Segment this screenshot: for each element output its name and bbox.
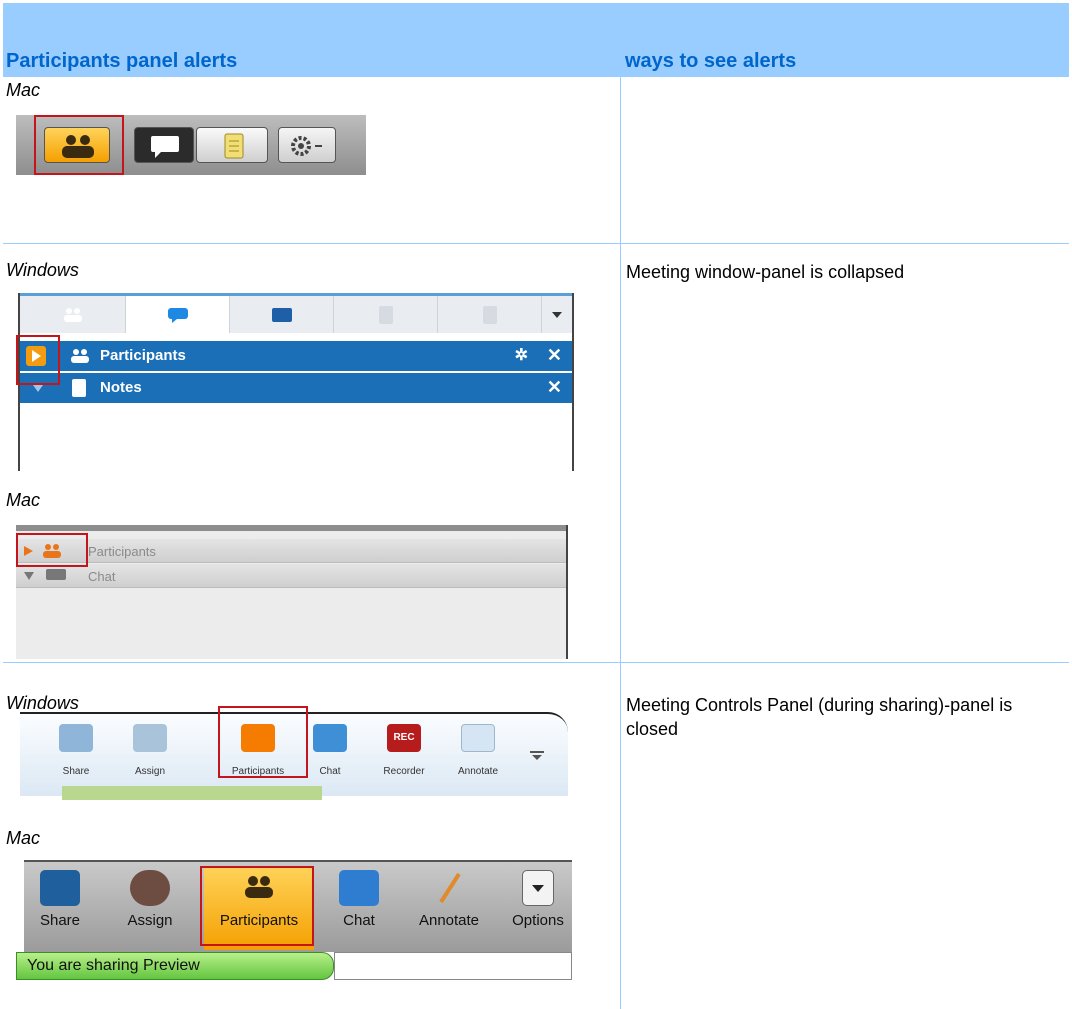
assign-icon <box>133 724 167 752</box>
mac-controls-screenshot: Share Assign Participants Chat Annotate <box>16 860 572 984</box>
notes-button[interactable] <box>196 127 268 163</box>
chat-bubble-icon <box>167 307 188 323</box>
chat-bubble-icon <box>339 870 379 906</box>
participants-panel-header[interactable]: Participants ✲ ✕ <box>20 341 572 371</box>
tab-more[interactable] <box>438 296 542 333</box>
assign-button[interactable]: Assign <box>120 866 180 929</box>
share-button[interactable]: Share <box>32 866 88 929</box>
recorder-icon <box>271 307 292 322</box>
tab-notes[interactable] <box>334 296 438 333</box>
chat-button[interactable] <box>134 127 194 163</box>
pencil-icon <box>461 724 495 752</box>
chat-label: Chat <box>343 912 375 929</box>
chat-bubble-icon <box>46 569 66 580</box>
alert-highlight-box <box>218 706 308 778</box>
assign-button[interactable]: Assign <box>118 724 182 777</box>
row-description: Meeting window-panel is collapsed <box>626 262 905 282</box>
notes-icon <box>378 305 393 324</box>
tabs-dropdown[interactable] <box>542 296 572 333</box>
sharing-status-strip <box>62 786 322 800</box>
notes-icon <box>72 379 86 397</box>
share-label: Share <box>62 766 90 777</box>
mac-panel-screenshot: Participants Chat <box>16 525 568 659</box>
platform-label-windows: Windows <box>6 260 79 280</box>
pencil-icon <box>429 870 469 906</box>
info-icon <box>482 305 497 324</box>
column-divider <box>620 77 621 1009</box>
recorder-label: Recorder <box>383 766 425 777</box>
more-options-icon[interactable] <box>530 744 544 767</box>
annotate-button[interactable]: Annotate <box>446 724 510 777</box>
sharing-status-bar: You are sharing Preview <box>16 952 334 980</box>
notes-icon <box>224 133 244 159</box>
platform-label-mac: Mac <box>6 80 41 100</box>
chat-label: Chat <box>319 766 341 777</box>
panel-top-border <box>16 525 566 531</box>
windows-controls-screenshot: Share Assign Participants Chat REC Recor… <box>16 702 570 806</box>
windows-panel-screenshot: Participants ✲ ✕ Notes ✕ <box>16 293 574 471</box>
mac-toolbar-screenshot <box>16 115 366 175</box>
header-participants-panel-alerts: Participants panel alerts <box>6 50 238 72</box>
alert-highlight-box <box>34 115 124 175</box>
share-icon <box>59 724 93 752</box>
chevron-down-icon <box>552 311 562 318</box>
close-icon[interactable]: ✕ <box>547 377 562 398</box>
options-button[interactable] <box>278 127 336 163</box>
notes-panel-title: Notes <box>100 379 142 396</box>
chat-panel-title: Chat <box>88 569 116 584</box>
chat-bubble-icon <box>313 724 347 752</box>
alert-highlight-box <box>200 866 314 946</box>
collapse-arrow-icon[interactable] <box>24 572 34 580</box>
rec-icon: REC <box>387 724 421 752</box>
options-label: Options <box>512 912 564 929</box>
annotate-label: Annotate <box>457 766 499 777</box>
monitor-icon <box>40 870 80 906</box>
participants-panel-title: Participants <box>88 544 156 559</box>
annotate-button[interactable]: Annotate <box>404 866 494 929</box>
platform-label-mac: Mac <box>6 490 41 510</box>
options-button[interactable]: Options <box>508 866 568 929</box>
tab-chat[interactable] <box>126 296 230 333</box>
chevron-down-icon <box>522 870 554 906</box>
annotate-label: Annotate <box>418 912 480 929</box>
chat-panel-header[interactable]: Chat <box>16 564 566 588</box>
row-description: Meeting Controls Panel (during sharing)-… <box>626 695 1013 739</box>
alert-highlight-box <box>16 335 60 385</box>
close-icon[interactable]: ✕ <box>547 345 562 366</box>
collapse-arrow-icon[interactable] <box>32 384 44 394</box>
participants-panel-title: Participants <box>100 347 186 364</box>
share-label: Share <box>39 912 81 929</box>
platform-label-mac: Mac <box>6 828 41 848</box>
gear-icon[interactable]: ✲ <box>515 345 528 365</box>
share-button[interactable]: Share <box>44 724 108 777</box>
tab-recorder[interactable] <box>230 296 334 333</box>
tab-participants[interactable] <box>20 296 126 333</box>
participants-icon <box>63 307 82 322</box>
notes-panel-header[interactable]: Notes ✕ <box>20 373 572 403</box>
status-bar-blank <box>334 952 572 980</box>
gear-dropdown-icon <box>291 136 322 156</box>
alert-highlight-box <box>16 533 88 567</box>
recorder-button[interactable]: REC Recorder <box>372 724 436 777</box>
row-divider <box>3 243 1069 244</box>
header-ways-to-see-alerts: ways to see alerts <box>625 50 797 72</box>
participants-panel-header[interactable]: Participants <box>16 539 566 563</box>
assign-user-icon <box>130 870 170 906</box>
assign-label: Assign <box>134 766 165 777</box>
chat-bubble-icon <box>151 136 179 158</box>
row-divider <box>3 662 1069 663</box>
assign-label: Assign <box>127 912 173 929</box>
participants-icon <box>71 349 89 363</box>
panel-tab-strip <box>20 293 572 333</box>
chat-button[interactable]: Chat <box>324 866 394 929</box>
